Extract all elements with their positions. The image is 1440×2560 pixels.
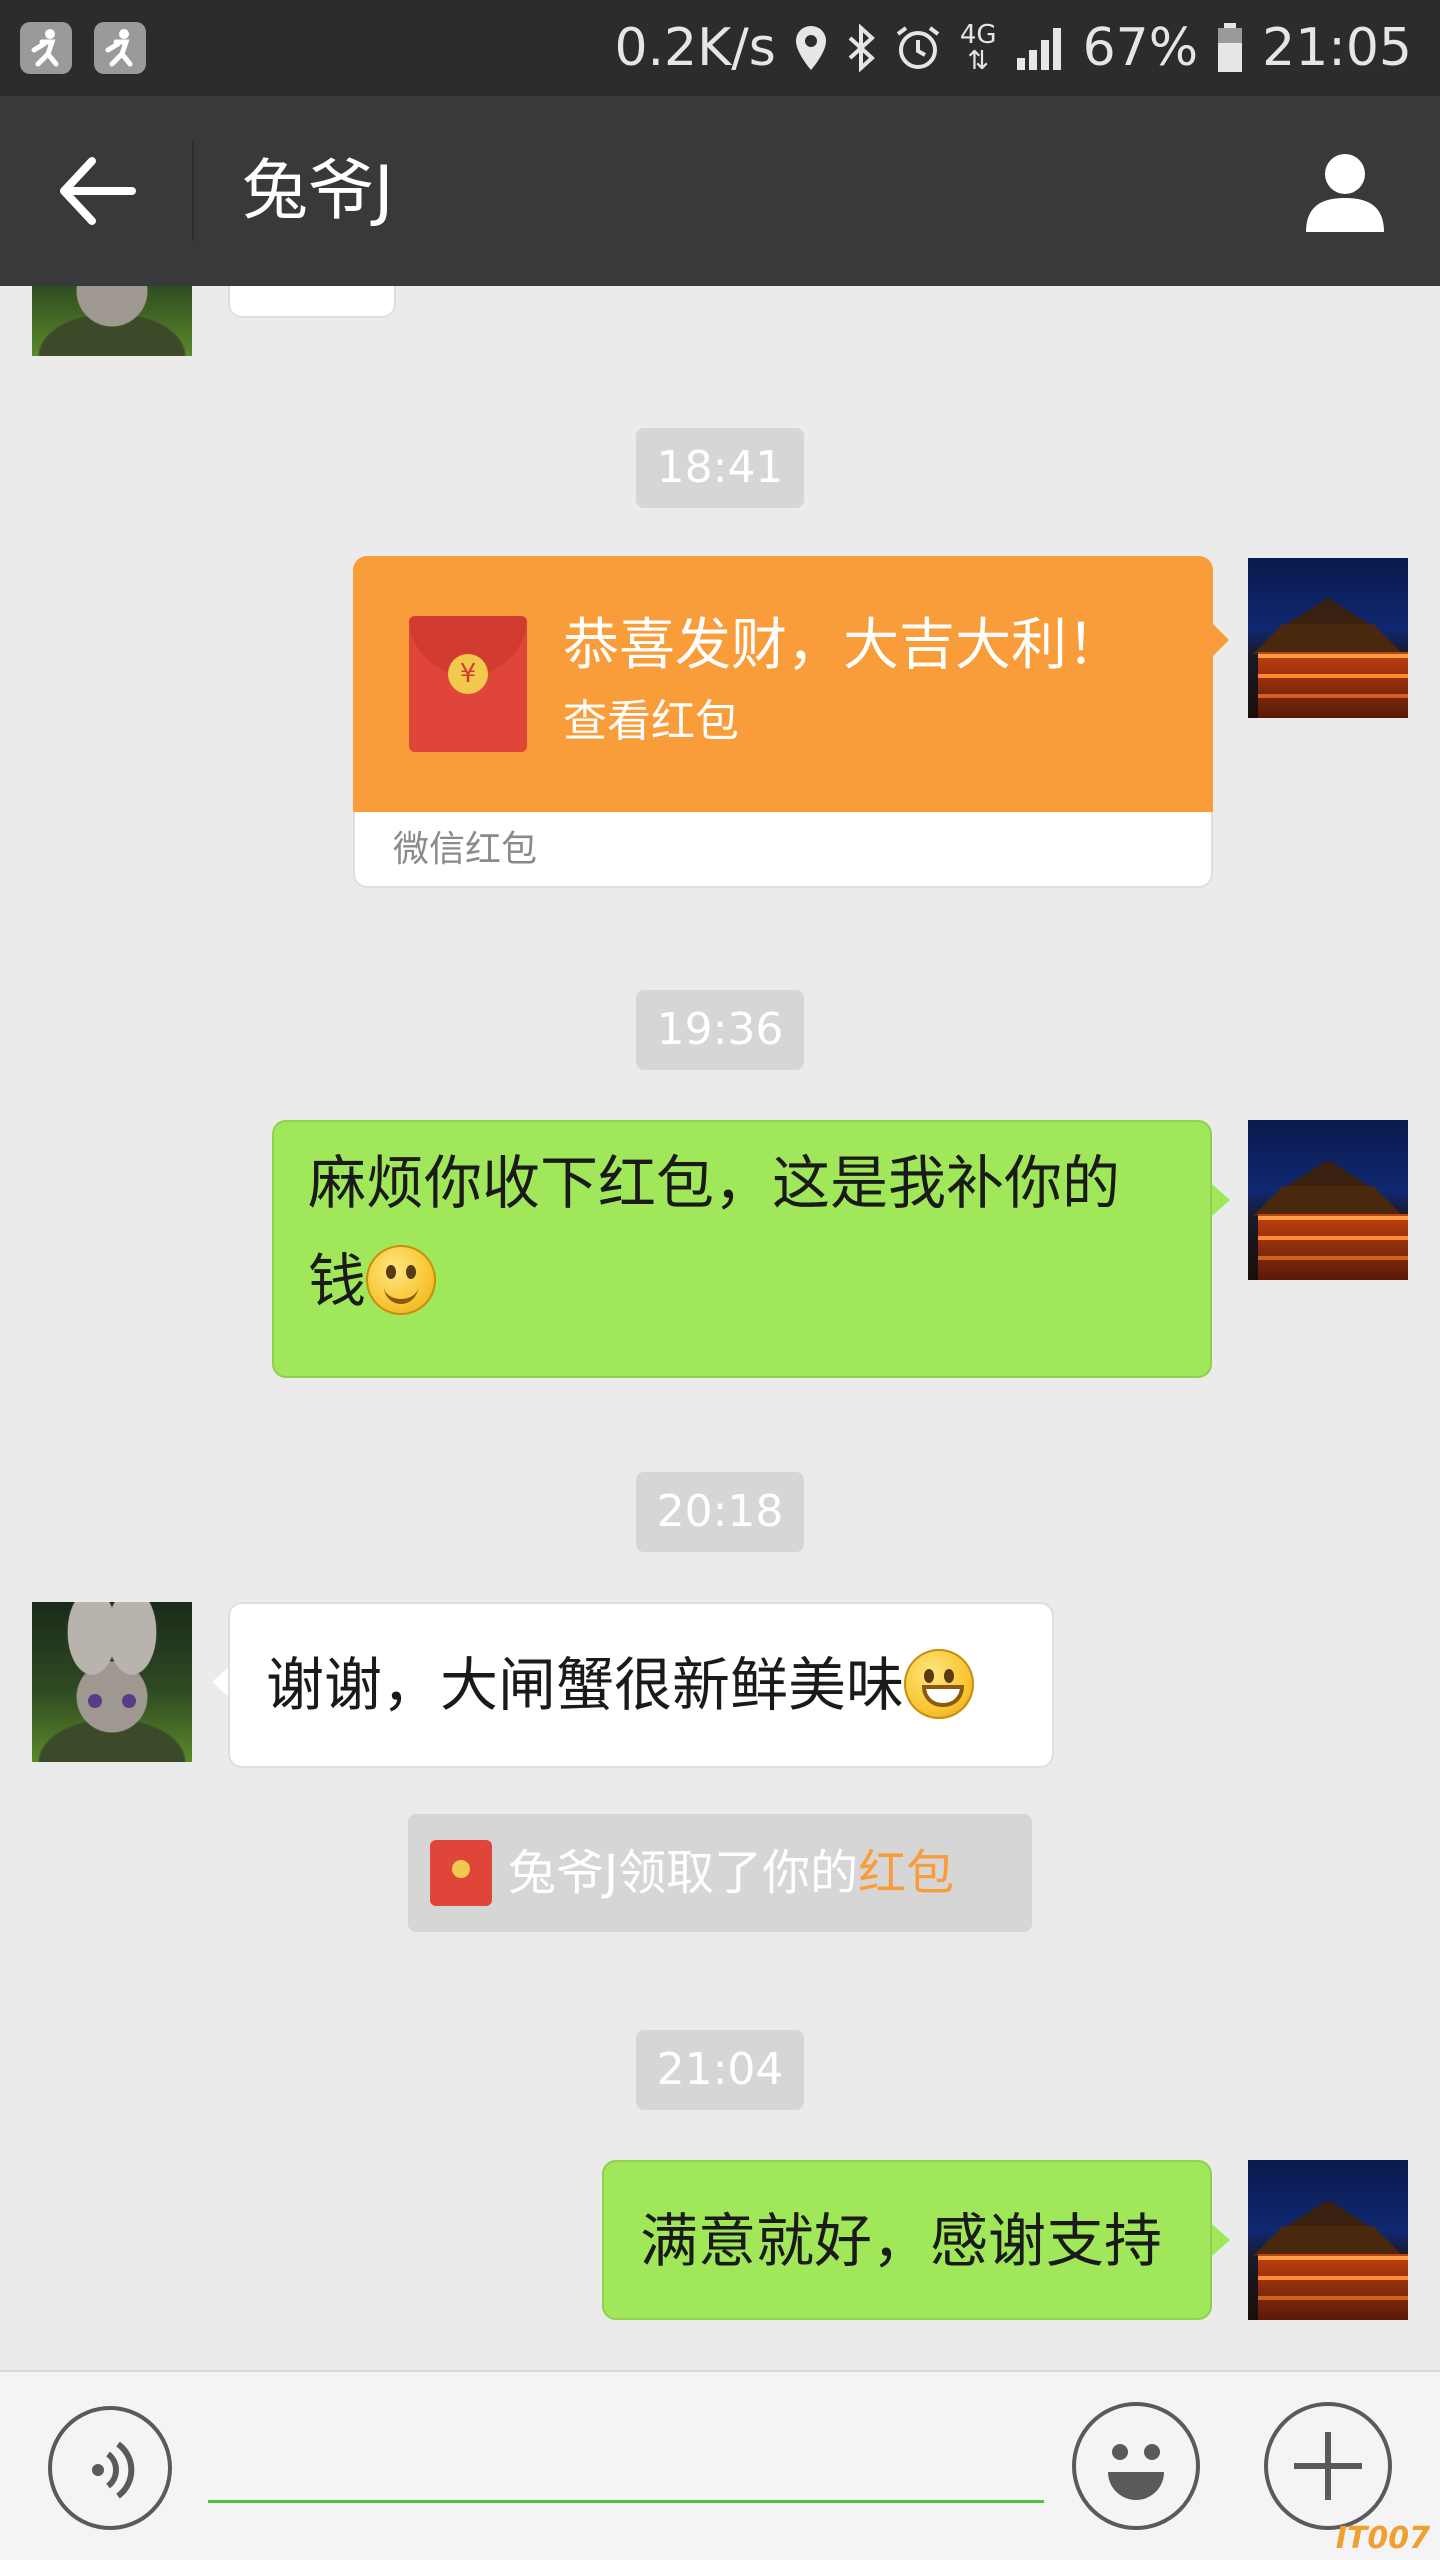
running-app-icon: [94, 22, 146, 74]
header-divider: [192, 141, 194, 241]
message-timestamp: 20:18: [636, 1472, 804, 1552]
red-envelope-icon: [430, 1840, 492, 1906]
sent-message-bubble[interactable]: 满意就好，感谢支持: [602, 2160, 1212, 2320]
red-packet-footer: 微信红包: [393, 829, 538, 870]
notice-text: 兔爷J领取了你的: [508, 1845, 859, 1901]
clock: 21:05: [1262, 18, 1412, 78]
message-text: 麻烦你收下红包，这是我补你的: [308, 1149, 1121, 1217]
signal-icon: [1016, 28, 1061, 70]
my-avatar[interactable]: [1248, 558, 1408, 718]
bluetooth-icon: [848, 24, 875, 72]
back-button[interactable]: [52, 146, 142, 236]
red-packet-received-notice[interactable]: 兔爷J领取了你的红包: [408, 1814, 1032, 1932]
message-list[interactable]: 18:41 ¥ 恭喜发财，大吉大利！ 查看红包 微信红包 19:36 麻烦你收下…: [0, 286, 1440, 2370]
message-text: 谢谢，大闸蟹很新鲜美味: [266, 1651, 905, 1719]
voice-icon: [92, 2441, 135, 2499]
alarm-icon: [896, 26, 940, 69]
red-envelope-icon: ¥: [409, 616, 527, 752]
network-type-label: 4G: [959, 20, 997, 50]
red-packet-title: 恭喜发财，大吉大利！: [563, 613, 1123, 678]
status-bar: 0.2K/s 4G ⇅ 67% 21:05: [0, 0, 1440, 96]
network-speed: 0.2K/s: [614, 18, 776, 78]
contact-avatar[interactable]: [32, 1602, 192, 1762]
watermark: IT007: [1335, 2521, 1430, 2556]
running-app-icon: [20, 22, 72, 74]
contact-avatar[interactable]: [32, 286, 192, 356]
grin-emoji: [904, 1649, 975, 1719]
4g-icon: 4G ⇅: [959, 20, 997, 76]
smile-emoji: [366, 1245, 437, 1315]
battery-icon: [1218, 23, 1243, 72]
red-packet-message[interactable]: ¥ 恭喜发财，大吉大利！ 查看红包 微信红包: [353, 556, 1229, 888]
chat-header: 兔爷J: [0, 96, 1440, 286]
message-timestamp: 19:36: [636, 990, 804, 1070]
my-avatar[interactable]: [1248, 2160, 1408, 2320]
message-text: 钱: [308, 1247, 367, 1315]
location-icon: [795, 26, 826, 70]
message-timestamp: 21:04: [636, 2030, 804, 2110]
red-packet-subtitle: 查看红包: [563, 696, 739, 747]
red-packet-link[interactable]: 红包: [858, 1845, 954, 1901]
my-avatar[interactable]: [1248, 1120, 1408, 1280]
person-icon: [1306, 154, 1384, 232]
profile-button[interactable]: [1300, 146, 1390, 236]
message-text: 满意就好，感谢支持: [640, 2207, 1163, 2275]
back-arrow-icon: [60, 157, 136, 225]
emoji-icon: [1108, 2444, 1164, 2500]
sent-message-bubble[interactable]: 麻烦你收下红包，这是我补你的 钱: [272, 1120, 1212, 1378]
coin-symbol: ¥: [448, 654, 488, 694]
voice-button[interactable]: [48, 2406, 172, 2530]
input-bar: IT007: [0, 2370, 1440, 2560]
received-message-bubble[interactable]: 谢谢，大闸蟹很新鲜美味: [228, 1602, 1054, 1768]
chat-title: 兔爷J: [242, 152, 394, 229]
emoji-button[interactable]: [1072, 2402, 1200, 2530]
message-timestamp: 18:41: [636, 428, 804, 508]
plus-icon: [1294, 2432, 1362, 2500]
more-button[interactable]: [1264, 2402, 1392, 2530]
battery-percent: 67%: [1082, 18, 1199, 78]
message-input[interactable]: [208, 2432, 1044, 2503]
message-bubble-partial[interactable]: [228, 286, 396, 318]
